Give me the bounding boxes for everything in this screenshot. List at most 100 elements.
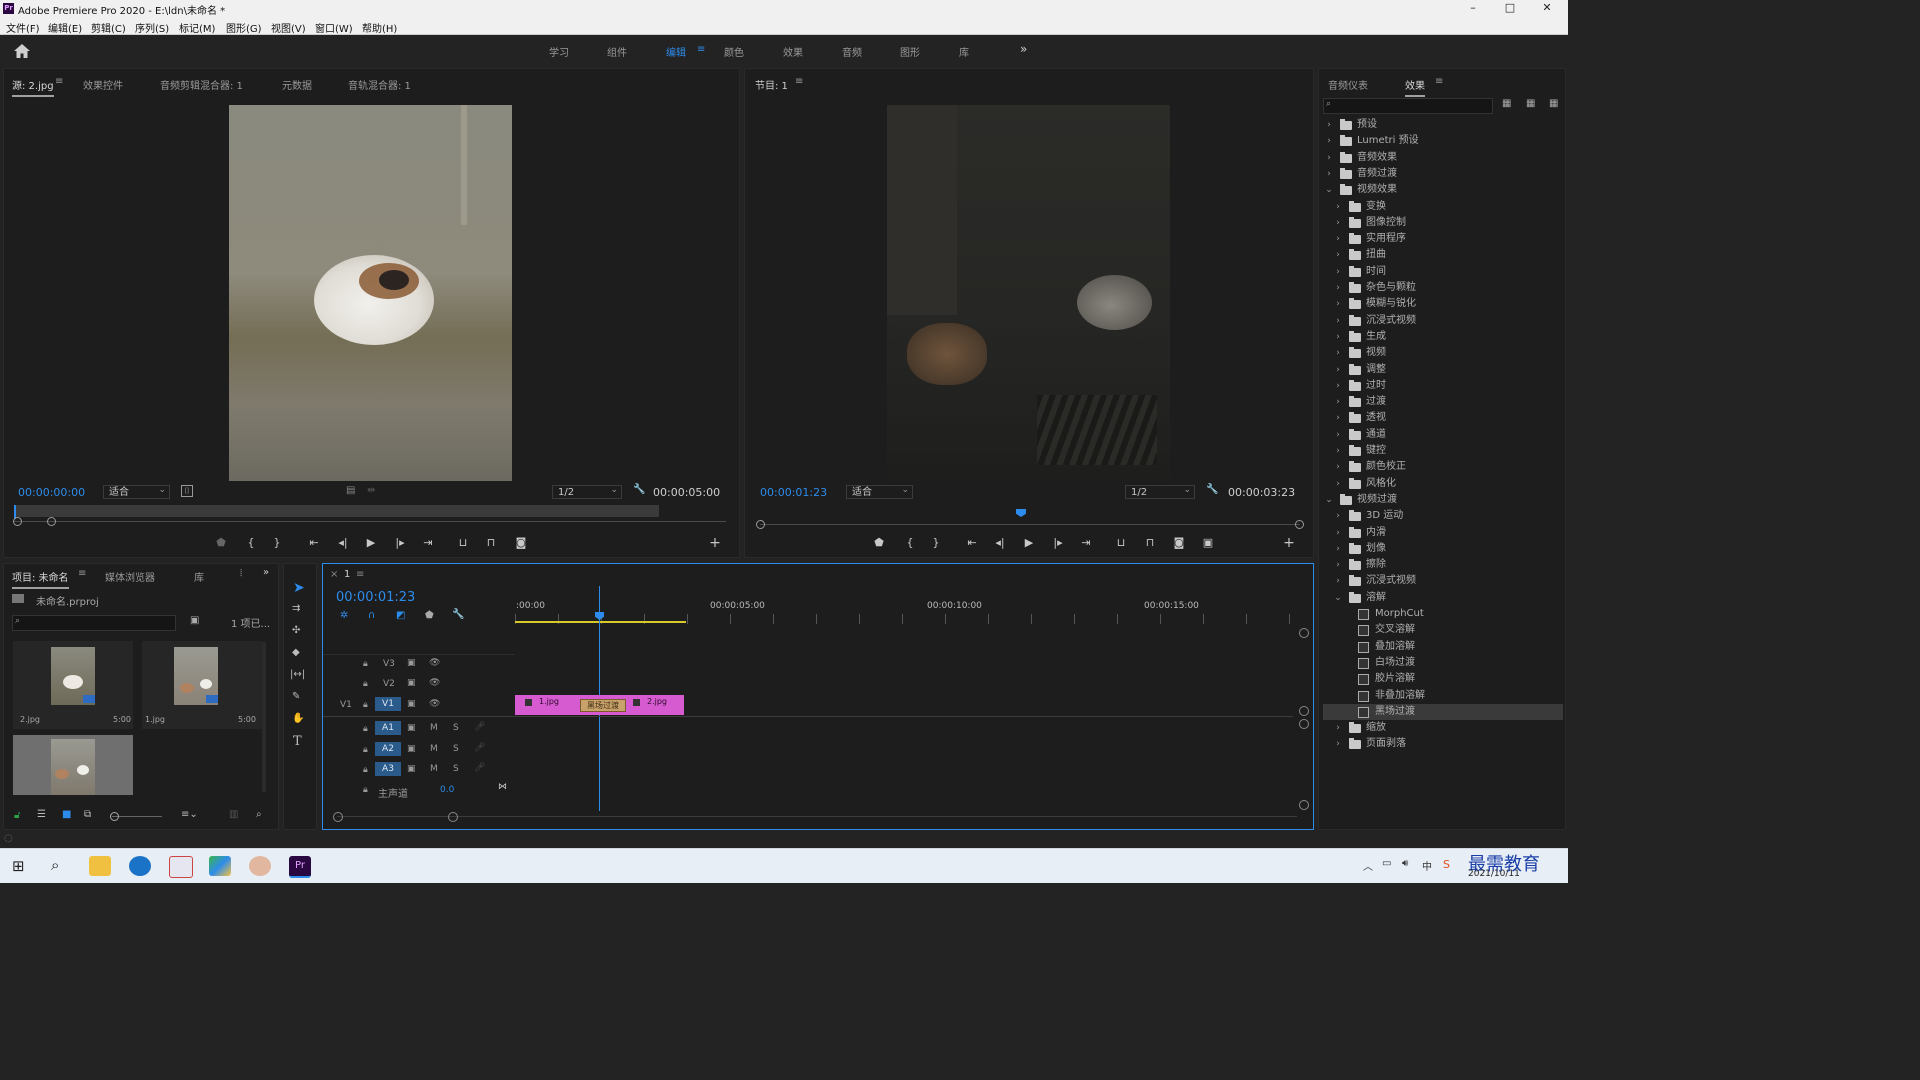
workspace-color[interactable]: 颜色 bbox=[724, 44, 744, 59]
chevron-right-icon[interactable]: › bbox=[1333, 345, 1343, 361]
tab-project[interactable]: 项目: 未命名 bbox=[12, 569, 69, 589]
sync-lock-icon[interactable]: ▣ bbox=[407, 699, 416, 709]
effects-tree-item[interactable]: › 透视 bbox=[1323, 410, 1563, 426]
chevron-right-icon[interactable]: › bbox=[1333, 541, 1343, 557]
workspace-learn[interactable]: 学习 bbox=[549, 44, 569, 59]
menu-marker[interactable]: 标记(M) bbox=[179, 20, 215, 35]
menu-graphics[interactable]: 图形(G) bbox=[226, 20, 262, 35]
drag-audio-icon[interactable]: ⇹ bbox=[367, 485, 375, 496]
effects-tree-item[interactable]: › 模糊与锐化 bbox=[1323, 296, 1563, 312]
effects-tree-item[interactable]: › 视频 bbox=[1323, 345, 1563, 361]
network-icon[interactable]: ▭ bbox=[1382, 858, 1391, 869]
chevron-right-icon[interactable]: › bbox=[1333, 231, 1343, 247]
premiere-taskbar-icon[interactable]: Pr bbox=[289, 856, 311, 878]
effects-tree-item[interactable]: ⌄ 视频效果 bbox=[1323, 182, 1563, 198]
source-settings-icon[interactable]: ⌷ bbox=[181, 485, 193, 497]
mark-in-icon[interactable]: { bbox=[901, 536, 919, 549]
master-volume[interactable]: 0.0 bbox=[440, 785, 454, 795]
photo-app-icon[interactable] bbox=[249, 856, 271, 876]
chevron-right-icon[interactable]: › bbox=[1333, 720, 1343, 736]
mute-button[interactable]: M bbox=[430, 723, 438, 733]
project-search-input[interactable]: ⌕ bbox=[12, 615, 176, 631]
sort-icon[interactable]: ≡⌄ bbox=[181, 809, 198, 820]
h-scroll-handle[interactable] bbox=[448, 812, 458, 822]
track-label[interactable]: V2 bbox=[383, 679, 395, 689]
solo-button[interactable]: S bbox=[453, 764, 459, 774]
h-scroll-handle[interactable] bbox=[333, 812, 343, 822]
freeform-view-icon[interactable]: ⧉ bbox=[84, 809, 91, 820]
project-item-sequence[interactable] bbox=[13, 735, 133, 795]
tab-audio-clip-mixer[interactable]: 音频剪辑混合器: 1 bbox=[160, 77, 243, 92]
windows-start-icon[interactable]: ⊞ bbox=[12, 857, 25, 875]
track-select-tool-icon[interactable]: ⇉ bbox=[292, 603, 300, 614]
ime-icon[interactable]: 中 bbox=[1422, 858, 1432, 873]
effects-tree-item[interactable]: › 划像 bbox=[1323, 541, 1563, 557]
workspace-overflow-icon[interactable]: » bbox=[1020, 42, 1027, 56]
timeline-h-scrollbar[interactable] bbox=[337, 816, 1297, 817]
panels-more-icon[interactable]: » bbox=[263, 567, 269, 578]
workspace-menu-icon[interactable]: ≡ bbox=[697, 44, 705, 55]
lift-icon[interactable]: ⊔ bbox=[1112, 536, 1130, 549]
mute-button[interactable]: M bbox=[430, 744, 438, 754]
source-fit-dropdown[interactable]: 适合 bbox=[103, 483, 170, 499]
chevron-right-icon[interactable]: › bbox=[1333, 313, 1343, 329]
mic-icon[interactable]: 🎤︎ bbox=[474, 763, 485, 773]
menu-view[interactable]: 视图(V) bbox=[271, 20, 306, 35]
track-label[interactable]: A1 bbox=[375, 721, 401, 735]
panel-menu-icon[interactable]: ≡ bbox=[795, 76, 803, 87]
go-to-out-icon[interactable]: ⇥ bbox=[1077, 536, 1095, 549]
yuv-effects-icon[interactable]: ▦ bbox=[1549, 98, 1558, 109]
track-lock-icon[interactable]: 🔒︎ bbox=[363, 765, 368, 775]
play-icon[interactable]: ▶ bbox=[362, 536, 380, 549]
tray-expand-icon[interactable]: ︿ bbox=[1363, 858, 1373, 873]
selection-tool-icon[interactable]: ➤ bbox=[293, 580, 305, 596]
new-bin-from-search-icon[interactable]: ▣ bbox=[190, 615, 199, 626]
panel-menu-icon[interactable]: ≡ bbox=[356, 569, 364, 580]
chevron-right-icon[interactable]: › bbox=[1333, 280, 1343, 296]
effects-tree-item[interactable]: › 过渡 bbox=[1323, 394, 1563, 410]
chevron-right-icon[interactable]: › bbox=[1333, 557, 1343, 573]
tab-media-browser[interactable]: 媒体浏览器 bbox=[105, 569, 155, 584]
track-lock-icon[interactable]: 🔒︎ bbox=[363, 679, 368, 689]
workspace-editing[interactable]: 编辑 bbox=[666, 44, 686, 59]
chevron-down-icon[interactable]: ⌄ bbox=[1324, 182, 1334, 198]
home-icon[interactable] bbox=[14, 44, 30, 58]
effects-tree-item[interactable]: › 预设 bbox=[1323, 117, 1563, 133]
chevron-right-icon[interactable]: › bbox=[1324, 133, 1334, 149]
extract-icon[interactable]: ⊓ bbox=[1141, 536, 1159, 549]
overwrite-icon[interactable]: ⊓ bbox=[482, 536, 500, 549]
effects-tree-item[interactable]: › 通道 bbox=[1323, 427, 1563, 443]
tab-effect-controls[interactable]: 效果控件 bbox=[83, 77, 123, 92]
chevron-right-icon[interactable]: › bbox=[1333, 394, 1343, 410]
workspace-graphics[interactable]: 图形 bbox=[900, 44, 920, 59]
play-icon[interactable]: ▶ bbox=[1020, 536, 1038, 549]
razor-tool-icon[interactable]: ◆ bbox=[292, 647, 300, 658]
zoom-handle-right[interactable] bbox=[47, 517, 56, 526]
program-playhead[interactable] bbox=[1016, 509, 1026, 517]
tab-effects[interactable]: 效果 bbox=[1405, 77, 1425, 97]
sync-lock-icon[interactable]: ▣ bbox=[407, 658, 416, 668]
drag-video-icon[interactable]: ▤ bbox=[346, 485, 355, 496]
tab-source[interactable]: 源: 2.jpg bbox=[12, 77, 54, 97]
effects-tree-item[interactable]: 胶片溶解 bbox=[1323, 671, 1563, 687]
track-label[interactable]: A2 bbox=[375, 742, 401, 756]
eye-icon[interactable]: 👁︎ bbox=[429, 678, 440, 688]
effects-tree-item[interactable]: › 扭曲 bbox=[1323, 247, 1563, 263]
effects-tree-item[interactable]: › 缩放 bbox=[1323, 720, 1563, 736]
export-frame-icon[interactable]: ◙ bbox=[512, 536, 530, 549]
timeline-timecode[interactable]: 00:00:01:23 bbox=[336, 590, 415, 605]
master-collapse-icon[interactable]: ⋈ bbox=[498, 782, 507, 792]
effects-tree-item[interactable]: › 颜色校正 bbox=[1323, 459, 1563, 475]
search-icon[interactable]: ⌕ bbox=[51, 856, 59, 874]
mic-icon[interactable]: 🎤︎ bbox=[474, 743, 485, 753]
effects-tree-item[interactable]: › 实用程序 bbox=[1323, 231, 1563, 247]
add-marker-icon[interactable]: ⬟ bbox=[425, 610, 434, 621]
menu-help[interactable]: 帮助(H) bbox=[362, 20, 397, 35]
panel-menu-icon[interactable]: ≡ bbox=[1435, 76, 1443, 87]
clip-2jpg[interactable]: 2.jpg bbox=[647, 697, 667, 706]
insert-icon[interactable]: ⊔ bbox=[454, 536, 472, 549]
add-marker-icon[interactable]: ⬟ bbox=[870, 536, 888, 549]
project-scrollbar[interactable] bbox=[262, 642, 266, 792]
track-label[interactable]: A3 bbox=[375, 762, 401, 776]
eye-icon[interactable]: 👁︎ bbox=[429, 699, 440, 709]
